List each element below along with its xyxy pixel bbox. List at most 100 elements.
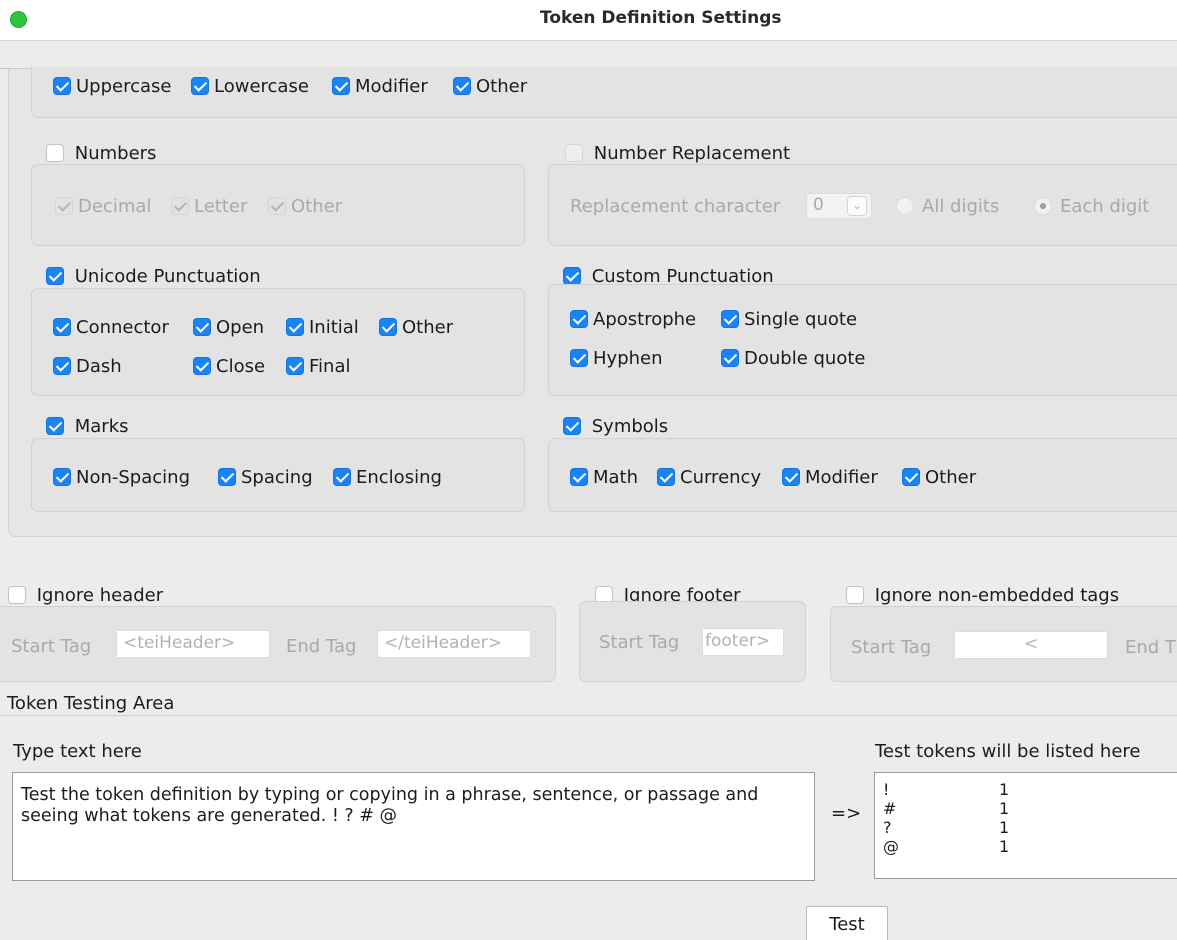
letter-other-label: Other: [476, 76, 528, 97]
number-letter-label: Letter: [194, 196, 248, 217]
checkbox-icon: [563, 267, 581, 285]
window-title: Token Definition Settings: [540, 8, 782, 28]
connector-checkbox[interactable]: Connector: [53, 317, 169, 338]
list-item[interactable]: ! 1: [875, 780, 1177, 799]
replacement-character-select[interactable]: 0 ⌄: [806, 193, 872, 219]
toolbar-strip: [0, 41, 1177, 69]
list-item[interactable]: #1: [875, 799, 1177, 818]
initial-checkbox[interactable]: Initial: [286, 317, 359, 338]
lowercase-label: Lowercase: [214, 76, 309, 97]
lowercase-checkbox[interactable]: Lowercase: [191, 76, 309, 97]
footer-start-tag-input[interactable]: footer>: [702, 628, 784, 656]
unicode-punctuation-label: Unicode Punctuation: [74, 266, 261, 287]
symbols-checkbox[interactable]: Symbols: [563, 416, 668, 437]
token-count: 1: [999, 799, 1010, 818]
each-digit-label: Each digit: [1060, 196, 1150, 217]
list-item[interactable]: @1: [875, 837, 1177, 856]
checkbox-icon: [570, 468, 588, 486]
ignore-header-checkbox[interactable]: Ignore header: [8, 585, 163, 606]
list-item[interactable]: ? 1: [875, 818, 1177, 837]
radio-icon: [1034, 197, 1052, 215]
ignore-tags-checkbox[interactable]: Ignore non-embedded tags: [846, 585, 1119, 606]
test-text-input[interactable]: Test the token definition by typing or c…: [12, 772, 815, 881]
numbers-checkbox[interactable]: Numbers: [46, 143, 156, 164]
uppercase-label: Uppercase: [76, 76, 172, 97]
checkbox-icon: [657, 468, 675, 486]
symbols-label: Symbols: [591, 416, 669, 437]
symbol-modifier-checkbox[interactable]: Modifier: [782, 467, 878, 488]
number-other-checkbox[interactable]: Other: [268, 196, 342, 217]
unicode-punctuation-checkbox[interactable]: Unicode Punctuation: [46, 266, 261, 287]
math-label: Math: [593, 467, 639, 488]
single-quote-checkbox[interactable]: Single quote: [721, 309, 857, 330]
checkbox-icon: [193, 318, 211, 336]
number-replacement-checkbox[interactable]: Number Replacement: [565, 143, 790, 164]
math-checkbox[interactable]: Math: [570, 467, 638, 488]
number-other-label: Other: [291, 196, 343, 217]
hyphen-checkbox[interactable]: Hyphen: [570, 348, 663, 369]
checkbox-icon: [379, 318, 397, 336]
spacing-label: Spacing: [241, 467, 313, 488]
currency-checkbox[interactable]: Currency: [657, 467, 761, 488]
punct-other-checkbox[interactable]: Other: [379, 317, 453, 338]
single-quote-label: Single quote: [744, 309, 858, 330]
decimal-label: Decimal: [78, 196, 152, 217]
header-start-tag-label: Start Tag: [11, 636, 92, 657]
checkbox-icon: [782, 468, 800, 486]
testing-divider: [0, 715, 1177, 716]
checkbox-icon: [721, 310, 739, 328]
header-start-tag-input[interactable]: <teiHeader>: [116, 630, 270, 658]
arrow-label: =>: [831, 803, 862, 824]
letter-other-checkbox[interactable]: Other: [453, 76, 527, 97]
apostrophe-checkbox[interactable]: Apostrophe: [570, 309, 696, 330]
letter-modifier-checkbox[interactable]: Modifier: [332, 76, 428, 97]
tags-start-tag-input[interactable]: <: [954, 631, 1108, 659]
token-text: #: [883, 799, 897, 818]
checkbox-icon: [333, 468, 351, 486]
all-digits-radio[interactable]: All digits: [896, 196, 999, 217]
checkbox-icon: [332, 77, 350, 95]
token-text: ?: [883, 818, 892, 837]
checkbox-icon: [286, 318, 304, 336]
each-digit-radio[interactable]: Each digit: [1034, 196, 1149, 217]
dash-label: Dash: [76, 356, 122, 377]
header-end-tag-input[interactable]: </teiHeader>: [377, 630, 531, 658]
final-checkbox[interactable]: Final: [286, 356, 350, 377]
symbol-modifier-label: Modifier: [805, 467, 878, 488]
double-quote-checkbox[interactable]: Double quote: [721, 348, 865, 369]
marks-checkbox[interactable]: Marks: [46, 416, 129, 437]
checkbox-icon: [171, 197, 189, 215]
checkbox-icon: [846, 586, 864, 604]
dash-checkbox[interactable]: Dash: [53, 356, 122, 377]
close-label: Close: [216, 356, 266, 377]
header-end-tag-label: End Tag: [286, 636, 357, 657]
decimal-checkbox[interactable]: Decimal: [55, 196, 151, 217]
final-label: Final: [309, 356, 351, 377]
checkbox-icon: [55, 197, 73, 215]
enclosing-label: Enclosing: [356, 467, 442, 488]
token-text: !: [883, 780, 890, 799]
test-text-content: Test the token definition by typing or c…: [21, 785, 759, 826]
uppercase-checkbox[interactable]: Uppercase: [53, 76, 171, 97]
hyphen-label: Hyphen: [593, 348, 663, 369]
non-spacing-checkbox[interactable]: Non-Spacing: [53, 467, 190, 488]
tags-end-tag-label: End T: [1125, 637, 1176, 658]
checkbox-icon: [46, 417, 64, 435]
checkbox-icon: [46, 267, 64, 285]
close-checkbox[interactable]: Close: [193, 356, 265, 377]
ignore-tags-label: Ignore non-embedded tags: [874, 585, 1120, 606]
spacing-checkbox[interactable]: Spacing: [218, 467, 313, 488]
test-tokens-list[interactable]: ! 1 #1 ? 1 @1: [874, 772, 1177, 879]
test-button[interactable]: Test: [806, 906, 888, 940]
token-count: 1: [999, 818, 1010, 837]
enclosing-checkbox[interactable]: Enclosing: [333, 467, 442, 488]
checkbox-icon: [53, 318, 71, 336]
checkbox-icon: [563, 417, 581, 435]
symbol-other-checkbox[interactable]: Other: [902, 467, 976, 488]
number-letter-checkbox[interactable]: Letter: [171, 196, 247, 217]
open-checkbox[interactable]: Open: [193, 317, 264, 338]
token-text: @: [883, 837, 899, 856]
checkbox-icon: [218, 468, 236, 486]
checkbox-icon: [8, 586, 26, 604]
type-text-label: Type text here: [13, 741, 142, 762]
